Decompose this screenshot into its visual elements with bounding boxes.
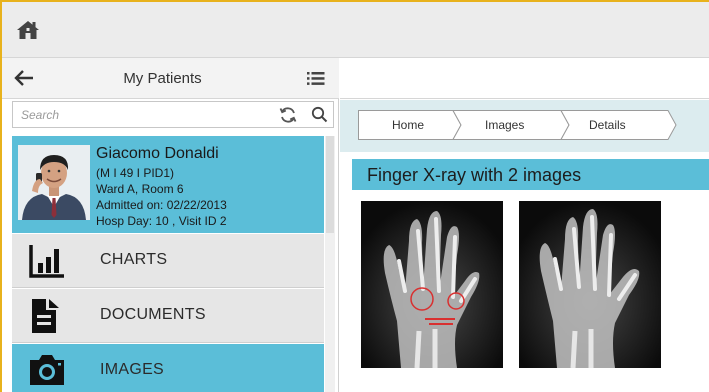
refresh-button[interactable] bbox=[279, 106, 297, 124]
nav-charts-label: CHARTS bbox=[100, 251, 168, 268]
search-icon bbox=[311, 106, 328, 123]
camera-icon bbox=[30, 355, 64, 385]
patient-id: (M I 49 I PID1) bbox=[96, 166, 175, 180]
breadcrumb-images[interactable]: Images bbox=[485, 118, 524, 132]
home-button[interactable] bbox=[16, 19, 40, 41]
nav-documents-label: DOCUMENTS bbox=[100, 306, 206, 323]
search-bar bbox=[12, 101, 334, 128]
sidebar-header: My Patients bbox=[2, 58, 339, 99]
breadcrumb-details[interactable]: Details bbox=[589, 118, 626, 132]
xray-left-graphic bbox=[361, 201, 503, 368]
xray-right-graphic bbox=[519, 201, 661, 368]
patient-ward: Ward A, Room 6 bbox=[96, 182, 184, 196]
sidebar: My Patients Search Giacomo Donaldi (M I … bbox=[2, 58, 339, 392]
patient-admitted: Admitted on: 02/22/2013 bbox=[96, 198, 227, 212]
home-icon bbox=[17, 21, 39, 39]
patient-hosp-day: Hosp Day: 10 , Visit ID 2 bbox=[96, 214, 227, 228]
list-view-button[interactable] bbox=[307, 71, 325, 86]
refresh-icon bbox=[279, 107, 297, 123]
bar-chart-icon bbox=[29, 245, 64, 278]
nav-charts[interactable]: CHARTS bbox=[12, 234, 324, 288]
study-title: Finger X-ray with 2 images bbox=[367, 165, 582, 185]
search-button[interactable] bbox=[311, 106, 328, 123]
scrollbar-thumb[interactable] bbox=[326, 136, 334, 233]
documents-icon bbox=[32, 299, 59, 333]
xray-image-right[interactable] bbox=[519, 201, 661, 368]
patient-card[interactable]: Giacomo Donaldi (M I 49 I PID1) Ward A, … bbox=[12, 136, 324, 233]
main-header bbox=[340, 58, 709, 99]
sidebar-scrollbar[interactable] bbox=[325, 136, 335, 392]
nav-images-label: IMAGES bbox=[100, 361, 165, 378]
avatar bbox=[18, 145, 90, 220]
study-title-bar: Finger X-ray with 2 images bbox=[352, 159, 709, 190]
top-bar bbox=[2, 2, 709, 58]
list-icon bbox=[307, 72, 325, 85]
nav-documents[interactable]: DOCUMENTS bbox=[12, 289, 324, 343]
patient-photo bbox=[18, 145, 90, 220]
nav-images[interactable]: IMAGES bbox=[12, 344, 324, 392]
patient-name: Giacomo Donaldi bbox=[96, 145, 219, 162]
xray-image-left[interactable] bbox=[361, 201, 503, 368]
sidebar-title-text: My Patients bbox=[123, 70, 202, 87]
app-frame: My Patients Search Giacomo Donaldi (M I … bbox=[0, 0, 709, 392]
breadcrumb-home[interactable]: Home bbox=[392, 118, 424, 132]
breadcrumb: Home Images Details bbox=[340, 100, 709, 152]
search-input[interactable] bbox=[13, 102, 263, 127]
main-panel: Home Images Details Finger X-ray with 2 … bbox=[340, 58, 709, 392]
sidebar-title: My Patients bbox=[2, 70, 339, 87]
